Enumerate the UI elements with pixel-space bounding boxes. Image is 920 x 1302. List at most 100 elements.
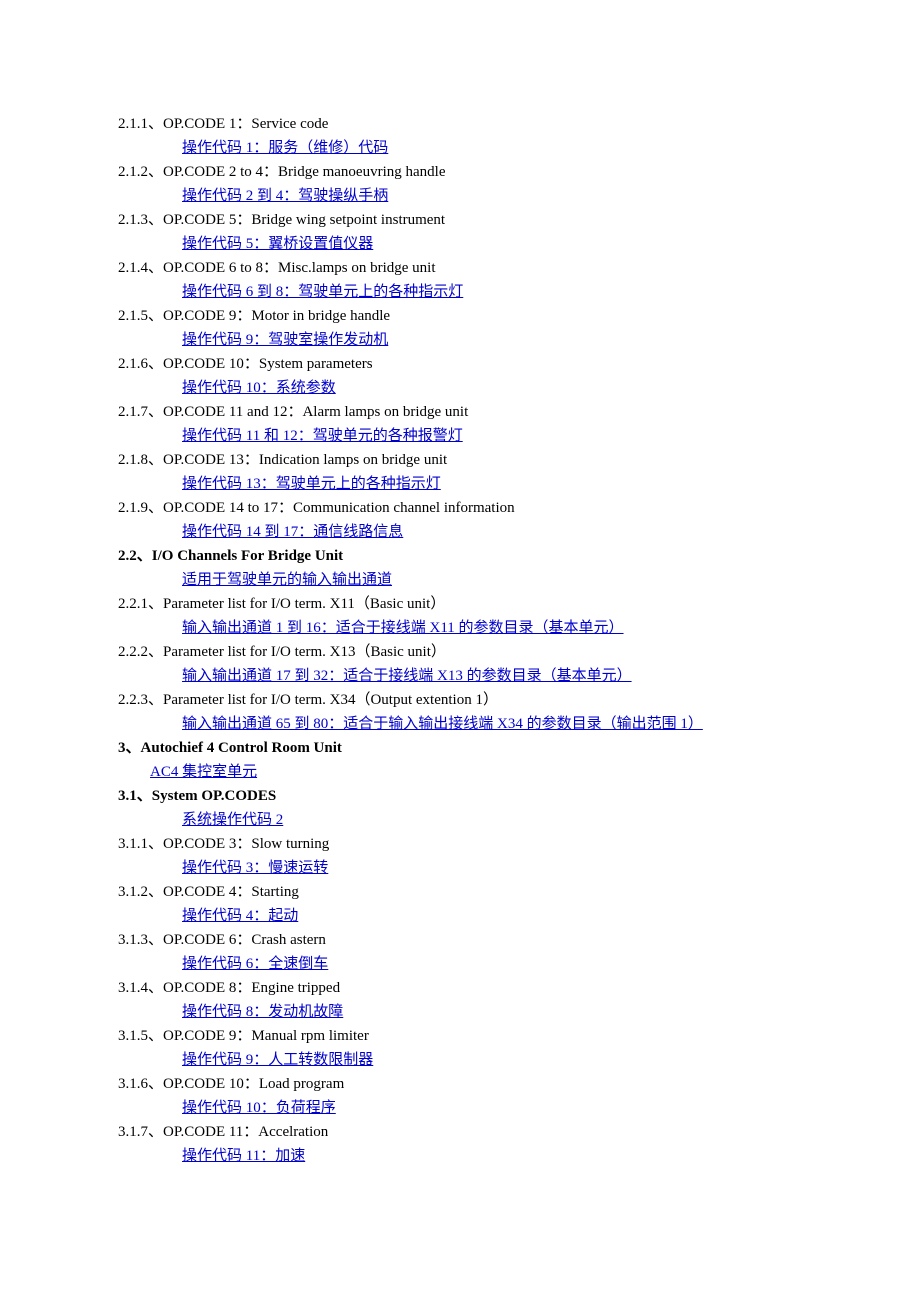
toc-title: Parameter list for I/O term. X34（Output … [163,688,498,712]
toc-number: 3.1.2 [118,880,148,904]
toc-link[interactable]: 操作代码 2 到 4：驾驶操纵手柄 [182,188,388,204]
toc-number: 3.1.4 [118,976,148,1000]
toc-title-row: 3、Autochief 4 Control Room Unit [118,736,802,760]
toc-link[interactable]: 操作代码 11：加速 [182,1148,305,1164]
toc-link-row: 操作代码 14 到 17：通信线路信息 [118,520,802,544]
toc-link[interactable]: 操作代码 4：起动 [182,908,298,924]
toc-separator: 、 [148,928,163,952]
toc-separator: 、 [148,592,163,616]
toc-number: 3.1.1 [118,832,148,856]
toc-title: OP.CODE 1：Service code [163,112,328,136]
toc-entry: 2.1.6、OP.CODE 10：System parameters操作代码 1… [118,352,802,400]
toc-title: OP.CODE 13：Indication lamps on bridge un… [163,448,447,472]
toc-link[interactable]: 操作代码 11 和 12：驾驶单元的各种报警灯 [182,428,463,444]
toc-number: 2.2.3 [118,688,148,712]
toc-separator: 、 [148,400,163,424]
toc-separator: 、 [137,544,152,568]
toc-title: OP.CODE 11：Accelration [163,1120,328,1144]
toc-entry: 2.1.9、OP.CODE 14 to 17：Communication cha… [118,496,802,544]
toc-number: 2.1.3 [118,208,148,232]
toc-link-row: 操作代码 13：驾驶单元上的各种指示灯 [118,472,802,496]
toc-link[interactable]: 操作代码 9：人工转数限制器 [182,1052,373,1068]
toc-number: 2.1.5 [118,304,148,328]
toc-title: OP.CODE 2 to 4：Bridge manoeuvring handle [163,160,445,184]
toc-number: 2.2 [118,544,137,568]
toc-title-row: 2.1.5、OP.CODE 9：Motor in bridge handle [118,304,802,328]
toc-number: 2.2.2 [118,640,148,664]
toc-number: 2.1.2 [118,160,148,184]
toc-link[interactable]: 操作代码 6：全速倒车 [182,956,328,972]
toc-title-row: 2.1.9、OP.CODE 14 to 17：Communication cha… [118,496,802,520]
toc-separator: 、 [148,1120,163,1144]
toc-title-row: 3.1.6、OP.CODE 10：Load program [118,1072,802,1096]
toc-number: 2.1.1 [118,112,148,136]
toc-separator: 、 [137,784,152,808]
toc-entry: 2.1.7、OP.CODE 11 and 12：Alarm lamps on b… [118,400,802,448]
toc-separator: 、 [148,496,163,520]
toc-title-row: 2.1.8、OP.CODE 13：Indication lamps on bri… [118,448,802,472]
toc-separator: 、 [148,640,163,664]
toc-number: 2.1.6 [118,352,148,376]
toc-entry: 2.2.3、Parameter list for I/O term. X34（O… [118,688,802,736]
toc-link[interactable]: 操作代码 14 到 17：通信线路信息 [182,524,403,540]
toc-link[interactable]: 操作代码 10：负荷程序 [182,1100,336,1116]
toc-title: OP.CODE 9：Manual rpm limiter [163,1024,369,1048]
toc-link[interactable]: 操作代码 5：翼桥设置值仪器 [182,236,373,252]
table-of-contents: 2.1.1、OP.CODE 1：Service code操作代码 1：服务（维修… [118,112,802,1168]
toc-link-row: 操作代码 11：加速 [118,1144,802,1168]
toc-link[interactable]: 操作代码 9：驾驶室操作发动机 [182,332,388,348]
toc-title: Parameter list for I/O term. X13（Basic u… [163,640,446,664]
toc-entry: 2.2.1、Parameter list for I/O term. X11（B… [118,592,802,640]
toc-separator: 、 [148,976,163,1000]
toc-title: OP.CODE 6：Crash astern [163,928,326,952]
toc-link[interactable]: 系统操作代码 2 [182,812,283,828]
toc-link-row: 操作代码 5：翼桥设置值仪器 [118,232,802,256]
toc-link-row: 操作代码 1：服务（维修）代码 [118,136,802,160]
toc-link[interactable]: 操作代码 6 到 8：驾驶单元上的各种指示灯 [182,284,463,300]
toc-separator: 、 [148,688,163,712]
toc-title-row: 3.1.1、OP.CODE 3：Slow turning [118,832,802,856]
toc-link[interactable]: 操作代码 8：发动机故障 [182,1004,343,1020]
toc-link[interactable]: 操作代码 13：驾驶单元上的各种指示灯 [182,476,441,492]
toc-link[interactable]: AC4 集控室单元 [150,764,257,780]
toc-entry: 3、Autochief 4 Control Room Unit AC4 集控室单元 [118,736,802,784]
toc-link-row: 操作代码 9：驾驶室操作发动机 [118,328,802,352]
toc-separator: 、 [148,112,163,136]
toc-title-row: 3.1.4、OP.CODE 8：Engine tripped [118,976,802,1000]
toc-link-row: AC4 集控室单元 [118,760,802,784]
toc-separator: 、 [148,448,163,472]
toc-separator: 、 [126,736,141,760]
toc-title-row: 2.1.7、OP.CODE 11 and 12：Alarm lamps on b… [118,400,802,424]
toc-link[interactable]: 适用于驾驶单元的输入输出通道 [182,572,392,588]
toc-title-row: 2.1.4、OP.CODE 6 to 8：Misc.lamps on bridg… [118,256,802,280]
toc-link[interactable]: 输入输出通道 17 到 32：适合于接线端 X13 的参数目录（基本单元） [182,668,632,684]
toc-number: 2.1.4 [118,256,148,280]
toc-number: 3.1.3 [118,928,148,952]
toc-link[interactable]: 操作代码 1：服务（维修）代码 [182,140,388,156]
toc-number: 2.1.7 [118,400,148,424]
toc-title: OP.CODE 6 to 8：Misc.lamps on bridge unit [163,256,436,280]
toc-title-row: 3.1.7、OP.CODE 11：Accelration [118,1120,802,1144]
toc-title: OP.CODE 11 and 12：Alarm lamps on bridge … [163,400,468,424]
toc-link-row: 输入输出通道 65 到 80：适合于输入输出接线端 X34 的参数目录（输出范围… [118,712,802,736]
toc-title-row: 2.2.2、Parameter list for I/O term. X13（B… [118,640,802,664]
toc-entry: 2.1.8、OP.CODE 13：Indication lamps on bri… [118,448,802,496]
toc-link[interactable]: 输入输出通道 65 到 80：适合于输入输出接线端 X34 的参数目录（输出范围… [182,716,703,732]
toc-separator: 、 [148,256,163,280]
toc-link-row: 输入输出通道 17 到 32：适合于接线端 X13 的参数目录（基本单元） [118,664,802,688]
toc-number: 2.1.8 [118,448,148,472]
toc-link-row: 系统操作代码 2 [118,808,802,832]
toc-link[interactable]: 操作代码 3：慢速运转 [182,860,328,876]
toc-link-row: 操作代码 10：系统参数 [118,376,802,400]
toc-entry: 3.1.7、OP.CODE 11：Accelration 操作代码 11：加速 [118,1120,802,1168]
toc-entry: 2.2、I/O Channels For Bridge Unit适用于驾驶单元的… [118,544,802,592]
toc-entry: 3.1.6、OP.CODE 10：Load program 操作代码 10：负荷程… [118,1072,802,1120]
toc-entry: 2.1.5、OP.CODE 9：Motor in bridge handle 操作… [118,304,802,352]
toc-title: OP.CODE 9：Motor in bridge handle [163,304,390,328]
toc-title: OP.CODE 10：System parameters [163,352,373,376]
toc-title: OP.CODE 8：Engine tripped [163,976,340,1000]
toc-link[interactable]: 输入输出通道 1 到 16：适合于接线端 X11 的参数目录（基本单元） [182,620,624,636]
toc-number: 3.1.5 [118,1024,148,1048]
toc-link[interactable]: 操作代码 10：系统参数 [182,380,336,396]
toc-link-row: 输入输出通道 1 到 16：适合于接线端 X11 的参数目录（基本单元） [118,616,802,640]
